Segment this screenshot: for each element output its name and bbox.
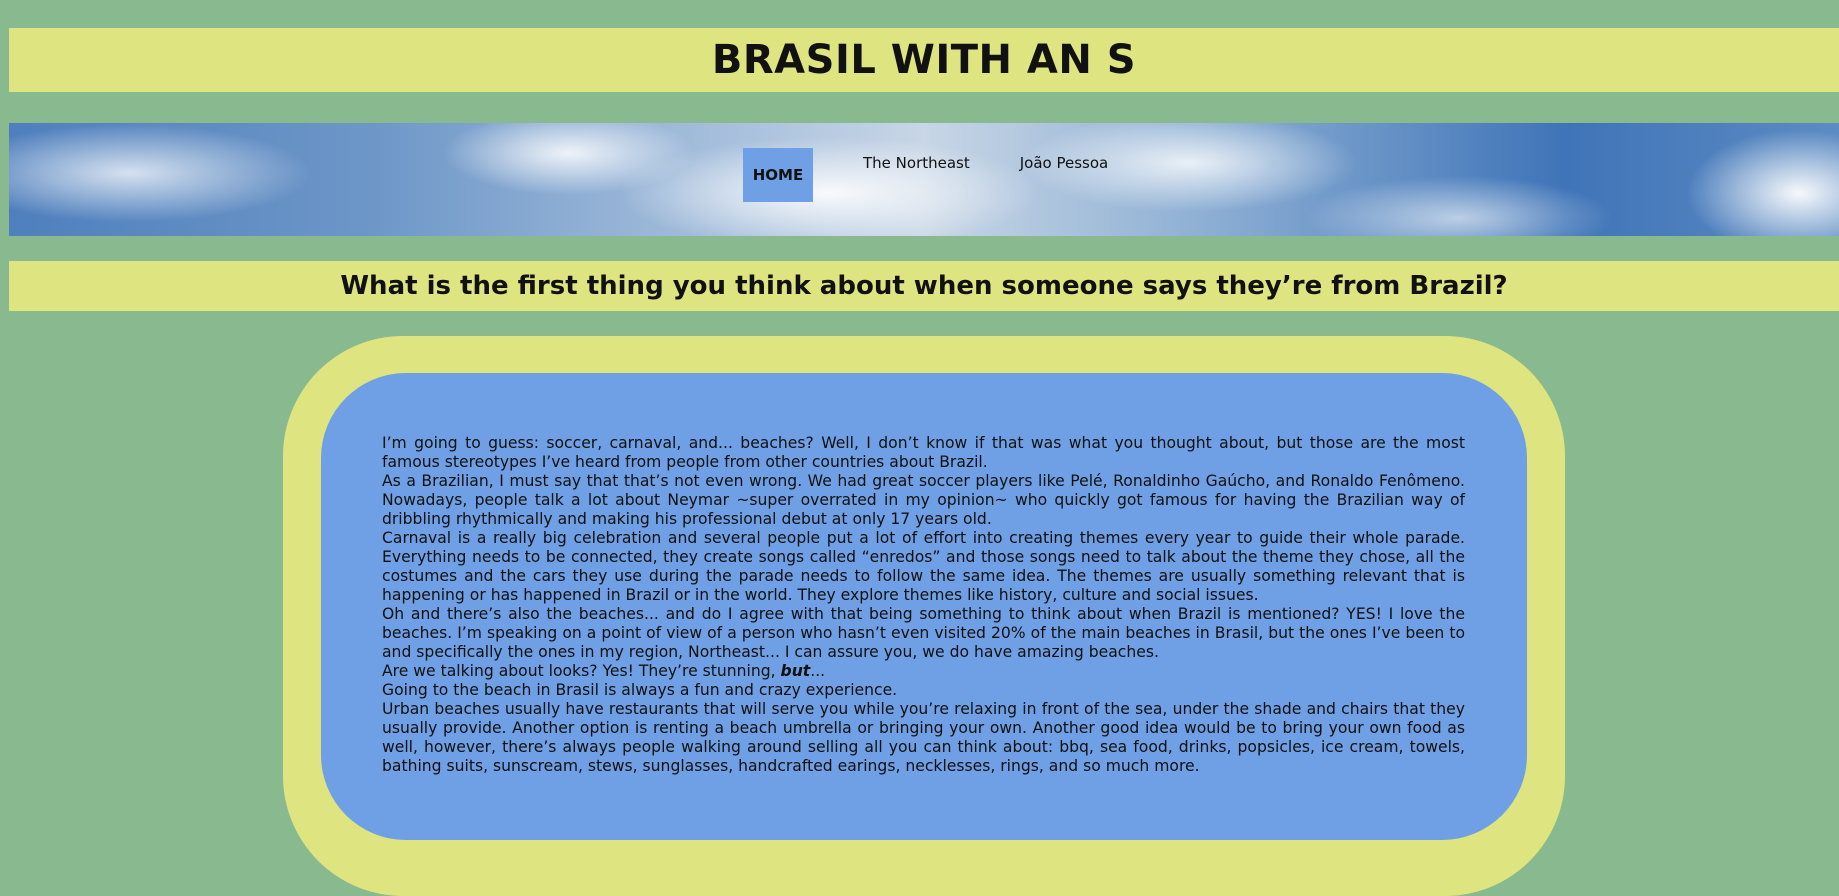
paragraph-experience: Going to the beach in Brasil is always a… [382, 681, 898, 699]
site-title: BRASIL WITH AN S [711, 37, 1137, 83]
article-body: I’m going to guess: soccer, carnaval, an… [382, 434, 1465, 776]
paragraph-looks: Are we talking about looks? Yes! They’re… [382, 662, 1465, 681]
paragraph-beaches: Oh and there’s also the beaches... and d… [382, 605, 1465, 661]
looks-ellipsis: ... [810, 662, 826, 680]
looks-emphasis: but [780, 662, 811, 680]
paragraph-carnaval: Carnaval is a really big celebration and… [382, 529, 1465, 604]
site-header: BRASIL WITH AN S [9, 28, 1839, 92]
content-frame: I’m going to guess: soccer, carnaval, an… [283, 336, 1565, 896]
looks-text: Are we talking about looks? Yes! They’re… [382, 662, 781, 680]
section-question: What is the first thing you think about … [340, 271, 1508, 301]
paragraph-soccer: As a Brazilian, I must say that that’s n… [382, 472, 1465, 528]
nav-banner: HOME The Northeast João Pessoa [9, 123, 1839, 236]
paragraph-stereotypes: I’m going to guess: soccer, carnaval, an… [382, 434, 1465, 471]
nav-joao-pessoa-link[interactable]: João Pessoa [1020, 154, 1108, 172]
nav-home-link[interactable]: HOME [743, 148, 813, 202]
content-panel: I’m going to guess: soccer, carnaval, an… [321, 373, 1527, 840]
paragraph-urban-beaches: Urban beaches usually have restaurants t… [382, 700, 1465, 775]
nav-northeast-link[interactable]: The Northeast [863, 154, 970, 172]
question-banner: What is the first thing you think about … [9, 261, 1839, 311]
main-nav: HOME The Northeast João Pessoa [743, 148, 1108, 202]
